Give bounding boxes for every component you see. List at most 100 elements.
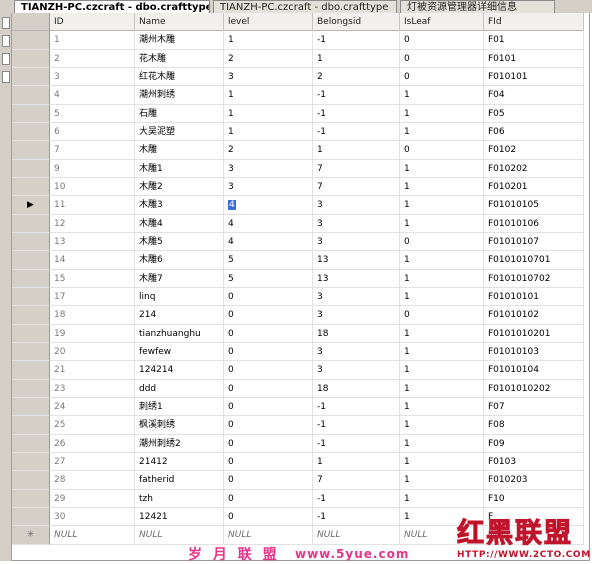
cell-isleaf[interactable]: 0	[400, 306, 484, 325]
cell-belongsid[interactable]: 13	[313, 269, 400, 288]
column-header-fid[interactable]: FId	[484, 13, 584, 32]
cell-level[interactable]: 3	[224, 67, 313, 87]
cell-id[interactable]: 28	[50, 471, 135, 490]
cell-fid[interactable]: F07	[484, 397, 584, 417]
cell-level[interactable]: 4	[224, 232, 313, 252]
cell-belongsid[interactable]: 1	[313, 49, 400, 68]
cell-id[interactable]: 27	[50, 452, 135, 472]
row-selector[interactable]	[12, 122, 50, 142]
cell-name[interactable]: 花木雕	[135, 49, 224, 68]
table-row[interactable]: 1 潮州木雕 1 -1 0 F01	[12, 31, 584, 50]
row-selector[interactable]	[12, 471, 50, 490]
cell-isleaf[interactable]: 1	[400, 342, 484, 362]
cell-isleaf[interactable]: 1	[400, 159, 484, 178]
column-header-isleaf[interactable]: IsLeaf	[400, 13, 484, 32]
table-row[interactable]: 18 214 0 3 0 F01010102	[12, 306, 584, 325]
cell-isleaf[interactable]: 1	[400, 104, 484, 123]
cell-id[interactable]: 21	[50, 361, 135, 380]
table-row[interactable]: 17 linq 0 3 1 F01010101	[12, 287, 584, 307]
cell-belongsid[interactable]: -1	[313, 397, 400, 417]
cell-isleaf[interactable]: 1	[400, 471, 484, 490]
row-selector[interactable]: ✳	[12, 526, 50, 545]
cell-fid[interactable]: F010203	[484, 471, 584, 490]
cell-fid[interactable]: F06	[484, 122, 584, 142]
row-selector[interactable]	[12, 159, 50, 178]
table-row[interactable]: 9 木雕1 3 7 1 F010202	[12, 159, 584, 178]
tab-resource-details[interactable]: 灯被资源管理器详细信息	[400, 0, 555, 13]
table-row[interactable]: 24 刺绣1 0 -1 1 F07	[12, 397, 584, 417]
cell-belongsid[interactable]: -1	[313, 434, 400, 453]
row-selector[interactable]	[12, 361, 50, 380]
cell-isleaf[interactable]: 1	[400, 177, 484, 197]
cell-isleaf[interactable]: 1	[400, 196, 484, 215]
cell-fid[interactable]: F01	[484, 31, 584, 50]
cell-belongsid[interactable]: -1	[313, 31, 400, 50]
cell-isleaf[interactable]: 0	[400, 49, 484, 68]
cell-id[interactable]: 4	[50, 86, 135, 105]
cell-fid[interactable]: F04	[484, 86, 584, 105]
row-selector[interactable]	[12, 489, 50, 508]
cell-belongsid[interactable]: 1	[313, 452, 400, 472]
cell-level[interactable]: 1	[224, 86, 313, 105]
cell-isleaf[interactable]: 1	[400, 122, 484, 142]
row-selector[interactable]	[12, 269, 50, 288]
table-row[interactable]: 2 花木雕 2 1 0 F0101	[12, 49, 584, 68]
cell-isleaf[interactable]: 0	[400, 232, 484, 252]
cell-belongsid[interactable]: 3	[313, 342, 400, 362]
cell-id[interactable]: 6	[50, 122, 135, 142]
cell-id[interactable]: 25	[50, 416, 135, 435]
cell-level[interactable]: 0	[224, 361, 313, 380]
solution-icon[interactable]	[2, 71, 10, 83]
table-row[interactable]: 15 木雕7 5 13 1 F0101010702	[12, 269, 584, 288]
cell-id[interactable]: 24	[50, 397, 135, 417]
row-selector[interactable]	[12, 251, 50, 270]
row-selector[interactable]	[12, 342, 50, 362]
cell-isleaf[interactable]: 1	[400, 86, 484, 105]
table-row[interactable]: 7 木雕 2 1 0 F0102	[12, 141, 584, 160]
cell-name[interactable]: 潮州刺绣	[135, 86, 224, 105]
cell-fid[interactable]: F01010101	[484, 287, 584, 307]
column-header-level[interactable]: level	[224, 13, 313, 32]
properties-icon[interactable]	[2, 53, 10, 65]
cell-id[interactable]: 1	[50, 31, 135, 50]
cell-id[interactable]: 3	[50, 67, 135, 87]
cell-id[interactable]: 9	[50, 159, 135, 178]
cell-id[interactable]: 14	[50, 251, 135, 270]
cell-name[interactable]: 红花木雕	[135, 67, 224, 87]
table-row[interactable]: 23 ddd 0 18 1 F0101010202	[12, 379, 584, 398]
table-row[interactable]: 26 潮州刺绣2 0 -1 1 F09	[12, 434, 584, 453]
cell-fid[interactable]: F010101	[484, 67, 584, 87]
table-row[interactable]: 13 木雕5 4 3 0 F01010107	[12, 232, 584, 252]
row-selector[interactable]	[12, 86, 50, 105]
cell-isleaf[interactable]: 1	[400, 361, 484, 380]
cell-fid[interactable]: F08	[484, 416, 584, 435]
cell-level[interactable]: 3	[224, 177, 313, 197]
row-selector[interactable]	[12, 452, 50, 472]
cell-belongsid[interactable]: 18	[313, 379, 400, 398]
cell-id[interactable]: 26	[50, 434, 135, 453]
cell-fid[interactable]: F10	[484, 489, 584, 508]
cell-edit-selection[interactable]: 4	[228, 200, 236, 211]
cell-level[interactable]: 0	[224, 397, 313, 417]
row-selector[interactable]	[12, 141, 50, 160]
cell-id[interactable]: 18	[50, 306, 135, 325]
tab-crafttype-active[interactable]: TIANZH-PC.czcraft - dbo.crafttype	[14, 0, 210, 13]
cell-name[interactable]: ddd	[135, 379, 224, 398]
cell-isleaf[interactable]: 1	[400, 489, 484, 508]
cell-belongsid[interactable]: 2	[313, 67, 400, 87]
table-row[interactable]: 4 潮州刺绣 1 -1 1 F04	[12, 86, 584, 105]
cell-level[interactable]: 0	[224, 324, 313, 343]
row-selector[interactable]	[12, 67, 50, 87]
cell-belongsid[interactable]: -1	[313, 507, 400, 527]
cell-level[interactable]: 5	[224, 269, 313, 288]
cell-id[interactable]: 19	[50, 324, 135, 343]
cell-fid[interactable]: F01010106	[484, 214, 584, 233]
cell-name[interactable]: 刺绣1	[135, 397, 224, 417]
table-row[interactable]: 6 大吴泥塑 1 -1 1 F06	[12, 122, 584, 142]
cell-level[interactable]: 0	[224, 287, 313, 307]
table-row[interactable]: 10 木雕2 3 7 1 F010201	[12, 177, 584, 197]
cell-level[interactable]: 0	[224, 306, 313, 325]
cell-fid[interactable]: F0101010702	[484, 269, 584, 288]
cell-level[interactable]: NULL	[224, 526, 313, 545]
cell-id[interactable]: 11	[50, 196, 135, 215]
